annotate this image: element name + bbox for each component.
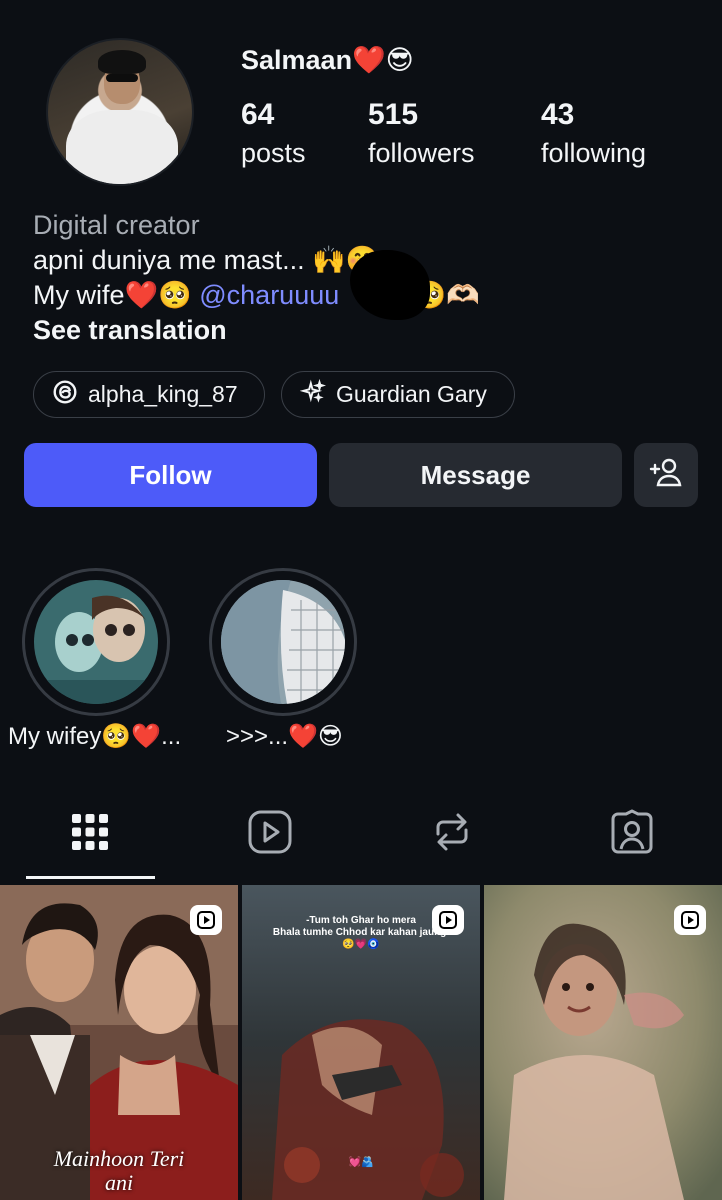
stat-posts-label: posts [241,138,306,168]
highlight-2-ring [209,568,357,716]
highlight-1-ring [22,568,170,716]
highlight-1[interactable] [22,568,172,716]
reel-play-icon [439,911,457,929]
post-tile-2[interactable]: -Tum toh Ghar ho mera Bhala tumhe Chhod … [242,885,480,1200]
ai-chip[interactable]: Guardian Gary [281,371,515,418]
reel-play-icon [197,911,215,929]
reposts-icon [430,810,474,859]
tab-reels[interactable] [246,810,294,858]
bio-mention-link[interactable]: @charuuuu [199,280,339,310]
sparkle-icon [299,378,327,411]
active-tab-indicator [26,876,155,879]
bio-line-2-prefix: My wife❤️🥺 [33,280,200,310]
see-translation-link[interactable]: See translation [33,313,480,348]
stat-following-count: 43 [541,98,575,131]
post-tile-3[interactable] [484,885,722,1200]
threads-chip-label: alpha_king_87 [88,381,238,407]
avatar-shirt [66,110,178,184]
tab-reposts[interactable] [428,810,476,858]
post-3-reel-badge [674,905,706,935]
highlight-2[interactable] [209,568,359,716]
post-2-footer: 💓🫂 [348,1157,374,1168]
ai-chip-label: Guardian Gary [336,381,487,407]
stat-followers-count: 515 [368,98,419,131]
tagged-icon [609,809,655,860]
highlight-1-label: My wifey🥺❤️... [8,723,182,750]
grid-icon [70,812,110,857]
bio-category: Digital creator [33,210,200,240]
threads-icon [52,379,78,411]
reels-icon [247,809,293,860]
profile-username: Salmaan❤️😎 [241,45,414,75]
stat-followers-label: followers [368,138,475,168]
tab-tagged[interactable] [608,809,656,860]
message-button[interactable]: Message [329,443,622,507]
stat-posts-count: 64 [241,98,275,131]
post-tile-1[interactable]: Mainhoon Teri ani [0,885,238,1200]
suggested-users-button[interactable] [634,443,698,507]
post-1-reel-badge [190,905,222,935]
highlight-2-label: >>>...❤️😎 [226,723,343,750]
profile-tabs [0,790,722,880]
stat-following-label: following [541,138,647,168]
highlight-1-image [34,580,158,704]
post-1-caption: Mainhoon Teri ani [53,1146,185,1195]
stat-followers[interactable]: 515 followers [368,97,475,173]
stat-posts[interactable]: 64 posts [241,97,306,173]
threads-chip[interactable]: alpha_king_87 [33,371,265,418]
tab-grid[interactable] [66,810,114,858]
highlight-2-image [221,580,345,704]
reel-play-icon [681,911,699,929]
stat-following[interactable]: 43 following [541,97,646,173]
post-2-reel-badge [432,905,464,935]
profile-avatar[interactable] [46,38,194,186]
follow-button[interactable]: Follow [24,443,317,507]
avatar-sunglasses [106,74,138,82]
avatar-hair [98,50,146,74]
add-person-icon [648,456,684,495]
